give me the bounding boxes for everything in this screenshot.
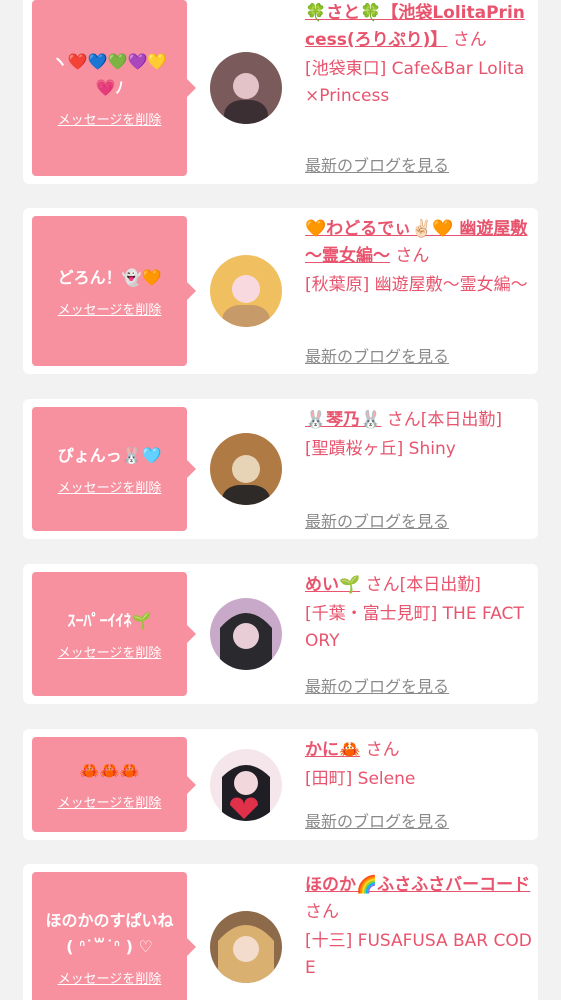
shop-info: [十三] FUSAFUSA BAR CODE xyxy=(305,931,532,978)
delete-message-link[interactable]: メッセージを削除 xyxy=(58,792,162,811)
message-text: ヽ❤️💙💚💜💛 💗ﾉ xyxy=(51,51,168,97)
avatar-face xyxy=(234,771,258,795)
message-bubble: ぴょんっ🐰🩵 メッセージを削除 xyxy=(32,407,196,531)
shop-info: [聖蹟桜ヶ丘] Shiny xyxy=(305,439,456,459)
message-bubble: ヽ❤️💙💚💜💛 💗ﾉ メッセージを削除 xyxy=(32,0,196,176)
message-text: ぴょんっ🐰🩵 xyxy=(57,445,162,465)
cast-name-link[interactable]: めい🌱 xyxy=(305,575,360,595)
cast-name-line: 🍀さと🍀【池袋LolitaPrincess(ろりぷり)】 さん xyxy=(305,0,533,54)
delete-message-link[interactable]: メッセージを削除 xyxy=(58,299,162,318)
latest-blog-link[interactable]: 最新のブログを見る xyxy=(305,673,449,697)
latest-blog-link[interactable]: 最新のブログを見る xyxy=(305,343,449,367)
avatar-face xyxy=(232,455,260,483)
status-note: [本日出勤] xyxy=(420,410,503,430)
cast-info: 🍀さと🍀【池袋LolitaPrincess(ろりぷり)】 さん [池袋東口] C… xyxy=(305,0,533,110)
cast-info: ほのか🌈ふさふさバーコード さん [十三] FUSAFUSA BAR CODE xyxy=(305,872,533,982)
delete-message-link[interactable]: メッセージを削除 xyxy=(58,968,162,987)
cast-info: 🐰琴乃🐰 さん[本日出勤] [聖蹟桜ヶ丘] Shiny xyxy=(305,407,533,463)
cast-name-link[interactable]: 🐰琴乃🐰 xyxy=(305,410,381,430)
delete-message-link[interactable]: メッセージを削除 xyxy=(58,642,162,661)
avatar-face xyxy=(232,275,260,303)
avatar[interactable] xyxy=(210,255,282,327)
message-card: ぴょんっ🐰🩵 メッセージを削除 🐰琴乃🐰 さん[本日出勤] [聖蹟桜ヶ丘] Sh… xyxy=(23,399,538,539)
message-bubble: どろん！👻🧡 メッセージを削除 xyxy=(32,216,196,366)
latest-blog-link[interactable]: 最新のブログを見る xyxy=(305,152,449,176)
cast-name-line: かに🦀 さん xyxy=(305,737,533,764)
message-card: ほのかのすぱいね ( ᐢ˙꒳˙ᐢ ) ♡ メッセージを削除 ほのか🌈ふさふさバー… xyxy=(23,864,538,1000)
message-bubble: ほのかのすぱいね ( ᐢ˙꒳˙ᐢ ) ♡ メッセージを削除 xyxy=(32,872,196,1000)
avatar-body xyxy=(222,305,270,327)
avatar[interactable] xyxy=(210,911,282,983)
message-bubble: 🦀🦀🦀 メッセージを削除 xyxy=(32,737,196,832)
avatar-face xyxy=(233,623,259,649)
avatar[interactable] xyxy=(210,52,282,124)
message-card: ｽｰﾊﾟｰｲｲﾈ🌱 メッセージを削除 めい🌱 さん[本日出勤] [千葉・富士見町… xyxy=(23,564,538,704)
avatar-face xyxy=(233,936,259,962)
message-card: どろん！👻🧡 メッセージを削除 🧡わどるでぃ✌🏻🧡 幽遊屋敷 〜霊女編〜 さん … xyxy=(23,208,538,374)
honorific: さん xyxy=(452,30,487,50)
message-card: 🦀🦀🦀 メッセージを削除 かに🦀 さん [田町] Selene 最新のブログを見… xyxy=(23,729,538,840)
message-text: ほのかのすぱいね ( ᐢ˙꒳˙ᐢ ) ♡ xyxy=(45,910,174,956)
cast-info: めい🌱 さん[本日出勤] [千葉・富士見町] THE FACTORY xyxy=(305,572,533,655)
cast-name-line: ほのか🌈ふさふさバーコード さん xyxy=(305,872,533,926)
cast-name-link[interactable]: ほのか🌈ふさふさバーコード xyxy=(305,875,530,895)
avatar[interactable] xyxy=(210,598,282,670)
message-bubble: ｽｰﾊﾟｰｲｲﾈ🌱 メッセージを削除 xyxy=(32,572,196,696)
honorific: さん xyxy=(365,740,400,760)
honorific: さん xyxy=(365,575,400,595)
delete-message-link[interactable]: メッセージを削除 xyxy=(58,109,162,128)
message-text: どろん！👻🧡 xyxy=(57,267,162,287)
delete-message-link[interactable]: メッセージを削除 xyxy=(58,477,162,496)
honorific: さん xyxy=(395,246,430,266)
cast-name-link[interactable]: かに🦀 xyxy=(305,740,360,760)
cast-name-line: めい🌱 さん[本日出勤] xyxy=(305,572,533,599)
avatar[interactable] xyxy=(210,749,282,821)
honorific: さん xyxy=(305,902,339,922)
avatar-body xyxy=(224,100,268,124)
cast-info: 🧡わどるでぃ✌🏻🧡 幽遊屋敷 〜霊女編〜 さん [秋葉原] 幽遊屋敷〜霊女編〜 xyxy=(305,216,533,299)
honorific: さん xyxy=(386,410,421,430)
message-card: ヽ❤️💙💚💜💛 💗ﾉ メッセージを削除 🍀さと🍀【池袋LolitaPrinces… xyxy=(23,0,538,184)
avatar-face xyxy=(233,73,259,99)
avatar[interactable] xyxy=(210,433,282,505)
message-text: ｽｰﾊﾟｰｲｲﾈ🌱 xyxy=(67,610,152,630)
status-note: [本日出勤] xyxy=(399,575,481,595)
shop-info: [田町] Selene xyxy=(305,769,416,789)
cast-name-line: 🐰琴乃🐰 さん[本日出勤] xyxy=(305,407,533,434)
message-feed: ヽ❤️💙💚💜💛 💗ﾉ メッセージを削除 🍀さと🍀【池袋LolitaPrinces… xyxy=(0,0,561,1000)
cast-name-line: 🧡わどるでぃ✌🏻🧡 幽遊屋敷 〜霊女編〜 さん xyxy=(305,216,533,270)
cast-info: かに🦀 さん [田町] Selene xyxy=(305,737,533,793)
avatar-body xyxy=(222,485,270,505)
message-text: 🦀🦀🦀 xyxy=(79,761,140,780)
latest-blog-link[interactable]: 最新のブログを見る xyxy=(305,808,449,832)
shop-info: [千葉・富士見町] THE FACTORY xyxy=(305,604,524,651)
shop-info: [池袋東口] Cafe&Bar Lolita×Princess xyxy=(305,59,525,106)
latest-blog-link[interactable]: 最新のブログを見る xyxy=(305,508,449,532)
shop-info: [秋葉原] 幽遊屋敷〜霊女編〜 xyxy=(305,275,528,295)
cast-name-link[interactable]: 🍀さと🍀【池袋LolitaPrincess(ろりぷり)】 xyxy=(305,3,525,50)
